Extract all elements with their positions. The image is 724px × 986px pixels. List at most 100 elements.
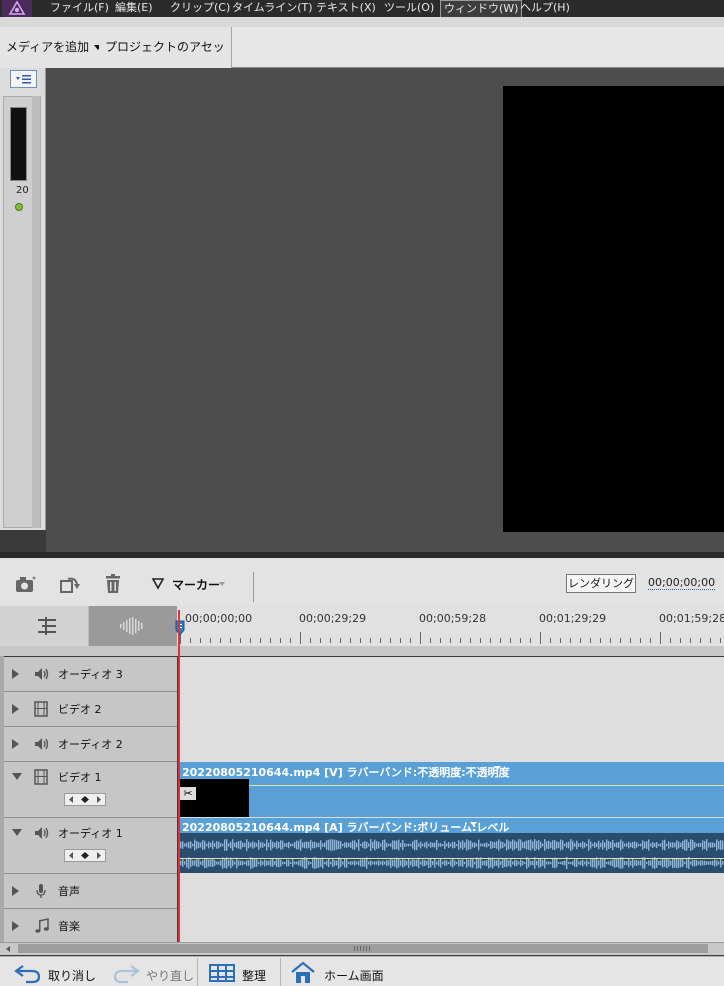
media-scrollbar[interactable] [32,96,40,528]
collapse-arrow-icon[interactable] [12,829,22,836]
scroll-left-icon[interactable] [4,945,12,953]
expand-arrow-icon[interactable] [12,886,19,896]
waveform-bar [252,841,254,849]
waveform-bar [654,842,656,848]
track-lane-audio-2[interactable] [179,727,724,763]
waveform-bar [300,839,302,851]
ruler-tick [720,638,721,643]
track-view-toggle[interactable] [0,606,89,646]
waveform-bar [658,860,660,866]
waveform-bar [614,843,616,847]
waveform-bar [486,860,488,866]
organizer-grid-icon[interactable] [208,963,236,983]
menu-edit[interactable]: 編集(E) [115,0,153,17]
waveform-bar [532,841,534,849]
menu-file[interactable]: ファイル(F) [50,0,109,17]
track-header-narration[interactable]: 音声 [4,874,177,909]
waveform-bar [354,840,356,850]
waveform-bar [468,840,470,850]
volume-rubber-band[interactable] [180,858,724,859]
undo-button[interactable]: 取り消し [48,967,96,984]
menu-tools[interactable]: ツール(O) [384,0,434,17]
marker-menu[interactable]: マーカー [172,576,220,593]
waveform-bar [694,859,696,867]
opacity-rubber-band[interactable] [180,785,724,786]
menu-help[interactable]: ヘルプ(H) [520,0,570,17]
redo-icon[interactable] [112,962,140,984]
track-header-audio-1[interactable]: オーディオ 1 [4,818,177,874]
track-header-video-1[interactable]: ビデオ 1 [4,762,177,818]
waveform-bar [558,861,560,865]
waveform-bar [610,842,612,848]
keyframe-navigator[interactable] [64,793,106,806]
waveform-bar [290,843,292,847]
waveform-bar [608,841,610,849]
current-timecode[interactable]: 00;00;00;00 [648,576,716,590]
expand-arrow-icon[interactable] [12,921,19,931]
ruler-tick [610,638,611,643]
waveform-bar [336,840,338,850]
home-icon[interactable] [290,961,316,985]
chevron-down-icon[interactable] [470,822,477,827]
undo-icon[interactable] [14,962,42,984]
waveform-bar [568,861,570,865]
waveform-bar [672,842,674,848]
menu-clip[interactable]: クリップ(C) [170,0,230,17]
track-lane-narration[interactable] [179,874,724,910]
waveform-bar [316,842,318,848]
waveform-bar [668,841,670,849]
menu-text[interactable]: テキスト(X) [316,0,376,17]
waveform-bar [404,859,406,867]
waveform-bar [504,843,506,847]
marker-icon[interactable] [151,577,165,591]
track-header-music[interactable]: 音楽 [4,909,177,943]
rotate-icon[interactable] [58,574,82,594]
expand-arrow-icon[interactable] [12,704,19,714]
track-header-video-2[interactable]: ビデオ 2 [4,692,177,727]
expand-arrow-icon[interactable] [12,669,19,679]
waveform-bar [338,840,340,850]
playhead-line[interactable] [178,610,180,942]
waveform-bar [532,860,534,866]
track-lane-video-2[interactable] [179,692,724,728]
add-media-button[interactable]: メディアを追加 [0,27,106,68]
track-lane-music[interactable] [179,909,724,943]
collapse-arrow-icon[interactable] [12,773,22,780]
keyframe-navigator[interactable] [64,849,106,862]
waveform-bar [700,860,702,866]
toolbar-top-strip [0,17,724,27]
waveform-bar [540,858,542,868]
waveform-bar [256,859,258,867]
waveform-bar [246,860,248,866]
track-header-audio-2[interactable]: オーディオ 2 [4,727,177,762]
waveform-bar [274,860,276,866]
track-name: オーディオ 2 [58,738,123,751]
waveform-bar [706,861,708,865]
snapshot-camera-icon[interactable] [14,574,38,594]
render-button[interactable]: レンダリング [566,574,636,593]
waveform-bar [326,860,328,866]
waveform-bar [440,843,442,847]
project-assets-button[interactable]: プロジェクトのアセット [99,27,232,95]
view-mode-toggle[interactable] [10,70,37,88]
chevron-down-icon[interactable] [218,581,226,587]
redo-button[interactable]: やり直し [146,967,194,984]
ruler-tick [550,638,551,643]
chevron-down-icon[interactable] [494,766,501,771]
audio-view-toggle[interactable] [89,606,177,646]
media-thumbnail[interactable] [10,107,27,181]
trash-icon[interactable] [103,573,123,595]
menu-timeline[interactable]: タイムライン(T) [232,0,313,17]
track-header-audio-3[interactable]: オーディオ 3 [4,657,177,692]
track-lane-audio-3[interactable] [179,657,724,693]
home-screen-button[interactable]: ホーム画面 [324,967,384,984]
playhead-handle[interactable] [175,620,185,636]
scissors-icon[interactable]: ✂ [180,787,196,800]
waveform-bar [362,859,364,867]
organizer-button[interactable]: 整理 [242,967,266,984]
waveform-bar [378,860,380,866]
waveform-bar [482,843,484,847]
waveform-bar [626,843,628,847]
expand-arrow-icon[interactable] [12,739,19,749]
waveform-bar [202,860,204,866]
